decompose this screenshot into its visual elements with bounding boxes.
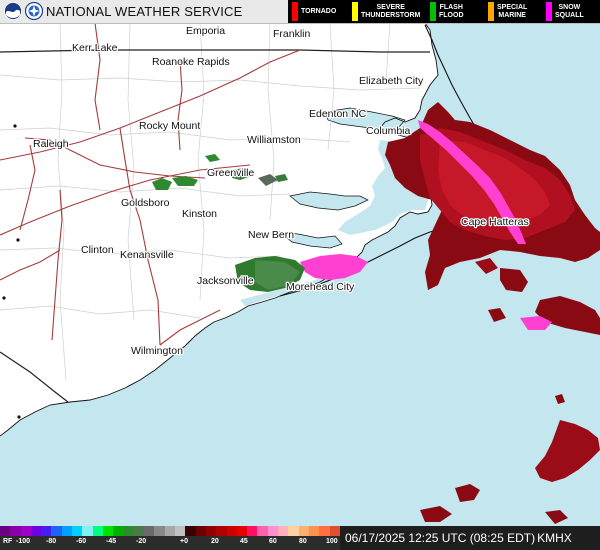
colorbar-tick: 100: [326, 538, 338, 545]
legend-label: FLASH FLOOD: [439, 3, 464, 19]
colorbar-segment: [319, 526, 330, 536]
colorbar-segment: [175, 526, 186, 536]
colorbar-tick: -100: [16, 538, 31, 545]
colorbar-segment: [154, 526, 165, 536]
legend-swatch: [292, 2, 298, 21]
legend-label: TORNADO: [301, 7, 337, 15]
colorbar-segment: [133, 526, 145, 536]
timestamp-text: 06/17/2025 12:25 UTC (08:25 EDT): [345, 531, 536, 545]
colorbar-segment: [41, 526, 52, 536]
colorbar-tick: -20: [136, 538, 147, 545]
colorbar-segment: [123, 526, 134, 536]
colorbar-segment: [92, 526, 103, 536]
colorbar-segment: [257, 526, 268, 536]
radar-map-view: Emporia Emporia Franklin Franklin Kerr L…: [0, 0, 600, 550]
colorbar-segment: [216, 526, 227, 536]
city-label-clinton: Clinton: [81, 244, 114, 256]
colorbar-segment: [329, 526, 340, 536]
legend-item-tornado: TORNADO: [288, 0, 348, 23]
timestamp-bar: 06/17/2025 12:25 UTC (08:25 EDT) KMHX: [340, 526, 600, 550]
city-label-roanoke-rapids: Roanoke Rapids: [152, 56, 230, 68]
colorbar-tick: -80: [46, 538, 57, 545]
city-label-kerr-lake: Kerr Lake: [72, 42, 118, 54]
colorbar-tick: +0: [180, 538, 188, 545]
colorbar-segment: [144, 526, 155, 536]
colorbar-tick: -45: [106, 538, 117, 545]
colorbar-segment: [102, 526, 114, 536]
agency-title: NATIONAL WEATHER SERVICE: [46, 4, 243, 19]
colorbar-segment: [0, 526, 11, 536]
colorbar-segment: [185, 526, 196, 536]
noaa-logo-icon: [4, 2, 22, 20]
city-label-emporia: Emporia: [186, 25, 225, 37]
colorbar-tick: 20: [211, 538, 219, 545]
legend-swatch: [488, 2, 494, 21]
colorbar-segment: [205, 526, 217, 536]
reflectivity-colorbar: RF -100 -80 -60 -45 -20 +0 20 45 60 80 1…: [0, 526, 340, 550]
colorbar-segment: [20, 526, 31, 536]
city-label-elizabeth-city: Elizabeth City: [359, 75, 424, 87]
legend-item-flash-flood: FLASH FLOOD: [426, 0, 484, 23]
radar-site-id: KMHX: [537, 531, 572, 545]
city-label-new-bern: New Bern: [248, 229, 294, 241]
city-label-wilmington: Wilmington: [131, 345, 183, 357]
colorbar-segment: [30, 526, 42, 536]
city-label-goldsboro: Goldsboro: [121, 197, 170, 209]
colorbar-segment: [51, 526, 62, 536]
city-label-greenville: Greenville: [207, 167, 254, 179]
colorbar-segment: [195, 526, 206, 536]
colorbar-segment: [164, 526, 176, 536]
colorbar-segment: [10, 526, 21, 536]
colorbar-segment: [113, 526, 124, 536]
legend-swatch: [430, 2, 436, 21]
legend-swatch: [352, 2, 358, 21]
colorbar-tick: -60: [76, 538, 87, 545]
colorbar-tick: 60: [269, 538, 277, 545]
colorbar-segment: [278, 526, 289, 536]
legend-label: SNOW SQUALL: [555, 3, 584, 19]
colorbar-tick: 45: [240, 538, 248, 545]
city-label-edenton: Edenton NC: [309, 108, 367, 120]
colorbar-segment: [308, 526, 320, 536]
colorbar-segment: [61, 526, 73, 536]
colorbar-label-rf: RF: [3, 538, 13, 545]
colorbar-segment: [288, 526, 299, 536]
city-label-kinston: Kinston: [182, 208, 217, 220]
colorbar-segment: [236, 526, 248, 536]
colorbar-segment: [267, 526, 279, 536]
legend-label: SPECIAL MARINE: [497, 3, 528, 19]
legend-item-severe-thunderstorm: SEVERE THUNDERSTORM: [348, 0, 426, 23]
city-label-rocky-mount: Rocky Mount: [139, 120, 200, 132]
legend-label: SEVERE THUNDERSTORM: [361, 3, 421, 19]
legend-item-snow-squall: SNOW SQUALL: [542, 0, 600, 23]
city-label-morehead-city: Morehead City: [286, 281, 355, 293]
colorbar-segment: [82, 526, 93, 536]
colorbar-segment: [72, 526, 83, 536]
city-label-franklin: Franklin: [273, 28, 311, 40]
colorbar-segment: [226, 526, 237, 536]
legend-item-special-marine: SPECIAL MARINE: [484, 0, 542, 23]
legend-swatch: [546, 2, 552, 21]
city-label-cape-hatteras: Cape Hatteras: [461, 216, 529, 228]
colorbar-segment: [247, 526, 258, 536]
radar-map: Emporia Emporia Franklin Franklin Kerr L…: [0, 0, 600, 550]
city-label-williamston: Williamston: [247, 134, 301, 146]
city-label-columbia: Columbia: [366, 125, 411, 137]
colorbar-tick: 80: [299, 538, 307, 545]
colorbar-segment: [298, 526, 309, 536]
colorbar-strip: [0, 526, 340, 536]
nws-logo-icon: [25, 2, 43, 20]
city-label-kenansville: Kenansville: [120, 249, 174, 261]
warning-legend: TORNADO SEVERE THUNDERSTORM FLASH FLOOD …: [288, 0, 600, 23]
city-label-raleigh: Raleigh: [33, 138, 69, 150]
city-label-jacksonville: Jacksonville: [197, 275, 254, 287]
